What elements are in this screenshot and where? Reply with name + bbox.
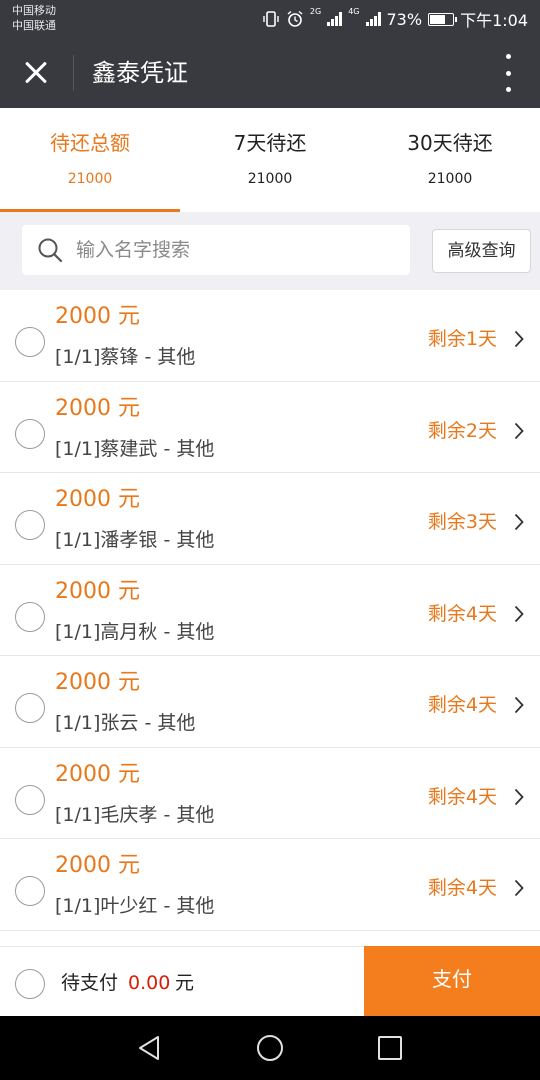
pending-label: 待支付: [61, 972, 119, 994]
select-radio[interactable]: [15, 784, 45, 815]
tab-label: 30天待还: [407, 131, 493, 155]
chevron-right-icon: [514, 696, 524, 714]
item-days-remaining: 剩余4天: [427, 785, 497, 808]
summary-tabs: 待还总额 21000 7天待还 21000 30天待还 21000: [0, 108, 540, 212]
list-item[interactable]: 2000 元 [1/1]叶少红 - 其他 剩余4天: [0, 839, 540, 931]
select-radio[interactable]: [15, 510, 45, 540]
item-description: [1/1]蔡建武 - 其他: [55, 437, 215, 460]
battery-percent: 73%: [386, 9, 423, 29]
tab-label: 待还总额: [50, 131, 130, 155]
tab-count: 21000: [67, 171, 113, 187]
carrier-labels: 中国移动 中国联通: [12, 3, 56, 33]
chevron-right-icon: [514, 788, 524, 805]
chevron-right-icon: [514, 513, 524, 531]
item-days-remaining: 剩余1天: [427, 328, 497, 350]
status-icons: 2G 4G 73% 下午1:04: [262, 8, 528, 30]
item-description: [1/1]叶少红 - 其他: [55, 895, 215, 917]
tab-2[interactable]: 30天待还 21000: [360, 108, 540, 212]
list-item[interactable]: 2000 元 [1/1]潘孝银 - 其他 剩余3天: [0, 473, 540, 565]
tab-0[interactable]: 待还总额 21000: [0, 108, 180, 212]
search-icon: [38, 238, 63, 263]
carrier-2: 中国联通: [12, 19, 56, 32]
item-days-remaining: 剩余3天: [427, 511, 497, 533]
item-description: [1/1]高月秋 - 其他: [55, 620, 215, 643]
select-radio[interactable]: [15, 876, 45, 906]
chevron-right-icon: [514, 330, 524, 348]
search-placeholder: 输入名字搜索: [76, 239, 191, 261]
select-all-radio[interactable]: [15, 969, 45, 999]
chevron-right-icon: [514, 422, 524, 439]
battery-fill: [430, 14, 446, 24]
item-days-remaining: 剩余2天: [427, 419, 497, 442]
title-bar: 鑫泰凭证: [0, 38, 540, 108]
signal-icon: [327, 12, 343, 26]
more-options-icon[interactable]: [502, 54, 514, 92]
signal-icon-2: [365, 12, 381, 26]
item-days-remaining: 剩余4天: [427, 694, 497, 716]
pending-unit: 元: [175, 972, 195, 994]
advanced-search-button[interactable]: 高级查询: [432, 229, 531, 273]
item-amount: 2000 元: [55, 578, 140, 604]
status-bar: 中国移动 中国联通 2G 4G 73% 下午1:04: [0, 0, 540, 38]
network-type-2: 4G: [348, 7, 360, 16]
tab-count: 21000: [247, 171, 293, 187]
item-description: [1/1]蔡锋 - 其他: [55, 346, 196, 368]
item-days-remaining: 剩余4天: [427, 877, 497, 899]
list-item[interactable]: 2000 元 [1/1]张云 - 其他 剩余4天: [0, 656, 540, 748]
clock: 下午1:04: [460, 11, 528, 30]
list-item[interactable]: 2000 元 [1/1]蔡建武 - 其他 剩余2天: [0, 381, 540, 473]
item-amount: 2000 元: [55, 395, 140, 421]
chevron-right-icon: [514, 605, 524, 622]
bottom-bar: 待支付 0.00 元 支付: [0, 946, 540, 1017]
recent-apps-icon[interactable]: [378, 1036, 402, 1060]
list-item[interactable]: 2000 元 [1/1]高月秋 - 其他 剩余4天: [0, 564, 540, 656]
item-amount: 2000 元: [55, 304, 140, 329]
item-amount: 2000 元: [55, 761, 140, 787]
repayment-list: 2000 元 [1/1]蔡锋 - 其他 剩余1天 2000 元 [1/1]蔡建武 - 其…: [0, 290, 540, 931]
select-radio[interactable]: [15, 327, 45, 357]
tab-1[interactable]: 7天待还 21000: [180, 108, 360, 212]
page-title: 鑫泰凭证: [92, 59, 188, 87]
network-type-1: 2G: [309, 7, 322, 16]
item-amount: 2000 元: [55, 670, 140, 695]
home-icon[interactable]: [257, 1035, 283, 1061]
vibrate-icon: [263, 11, 279, 27]
list-item[interactable]: 2000 元 [1/1]毛庆孝 - 其他 剩余4天: [0, 747, 540, 839]
item-description: [1/1]毛庆孝 - 其他: [55, 803, 215, 826]
select-radio[interactable]: [15, 418, 45, 449]
select-radio[interactable]: [15, 601, 45, 632]
item-amount: 2000 元: [55, 853, 140, 878]
title-divider: [73, 55, 74, 91]
item-description: [1/1]张云 - 其他: [55, 712, 196, 734]
carrier-1: 中国移动: [12, 4, 56, 17]
alarm-icon: [287, 10, 303, 27]
tab-label: 7天待还: [233, 131, 307, 155]
close-icon[interactable]: [16, 53, 56, 93]
battery-icon: [428, 12, 458, 26]
item-amount: 2000 元: [55, 487, 140, 512]
search-area: 输入名字搜索 高级查询: [0, 212, 540, 290]
item-description: [1/1]潘孝银 - 其他: [55, 529, 215, 551]
system-nav-bar: [0, 1016, 540, 1080]
pending-amount: 0.00: [128, 972, 171, 994]
back-icon[interactable]: [136, 1034, 164, 1062]
select-radio[interactable]: [15, 693, 45, 723]
chevron-right-icon: [514, 879, 524, 897]
tab-count: 21000: [427, 171, 473, 187]
list-item[interactable]: 2000 元 [1/1]蔡锋 - 其他 剩余1天: [0, 290, 540, 382]
item-days-remaining: 剩余4天: [427, 602, 497, 625]
search-input[interactable]: 输入名字搜索: [22, 225, 410, 275]
pay-button[interactable]: 支付: [364, 946, 540, 1017]
